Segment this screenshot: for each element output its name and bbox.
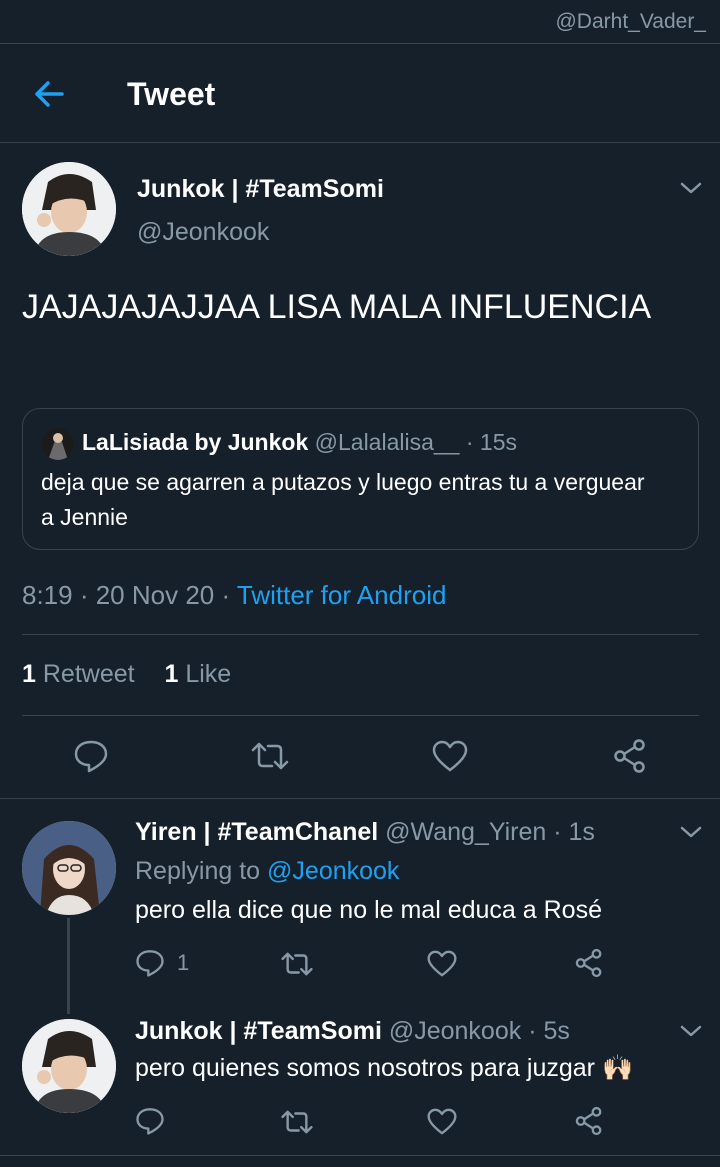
author-name[interactable]: Junkok | #TeamSomi bbox=[137, 175, 384, 204]
back-button[interactable] bbox=[30, 76, 70, 112]
quote-avatar bbox=[42, 428, 74, 460]
like-icon bbox=[427, 950, 457, 977]
replying-to-link[interactable]: @Jeonkook bbox=[267, 857, 399, 885]
divider bbox=[0, 1155, 720, 1156]
retweet-button[interactable] bbox=[250, 740, 290, 772]
like-icon bbox=[432, 740, 468, 772]
quote-author-handle: @Lalalalisa__ bbox=[314, 429, 460, 455]
more-options-button[interactable] bbox=[678, 178, 704, 198]
retweet-button[interactable] bbox=[280, 950, 314, 978]
reply-text-line: pero quienes somos nosotros para juzgar … bbox=[135, 1054, 633, 1083]
divider bbox=[22, 715, 699, 716]
quoted-tweet[interactable]: LaLisiada by Junkok @Lalalalisa__ · 15s … bbox=[22, 408, 699, 550]
thread-line bbox=[67, 918, 70, 1014]
reply-text: pero quienes somos nosotros para juzgar bbox=[135, 1054, 595, 1082]
share-icon bbox=[575, 948, 602, 978]
raising-hands-emoji: 🙌🏻 bbox=[601, 1054, 634, 1082]
more-options-button[interactable] bbox=[678, 1021, 704, 1041]
avatar[interactable] bbox=[22, 1019, 116, 1113]
retweet-label: Retweet bbox=[42, 660, 135, 688]
divider bbox=[0, 43, 720, 44]
reply-icon bbox=[74, 740, 108, 773]
replying-to: Replying to @Jeonkook bbox=[135, 857, 399, 886]
like-button[interactable] bbox=[427, 1108, 457, 1135]
like-button[interactable] bbox=[432, 740, 468, 772]
header-divider bbox=[0, 142, 720, 143]
like-icon bbox=[427, 1108, 457, 1135]
tweet-stats: 1 Retweet 1 Like bbox=[22, 660, 231, 689]
like-count: 1 bbox=[164, 660, 179, 688]
reply-author-handle[interactable]: @Jeonkook bbox=[389, 1017, 521, 1045]
reply-text: pero ella dice que no le mal educa a Ros… bbox=[135, 896, 602, 924]
divider bbox=[0, 798, 720, 799]
share-button[interactable] bbox=[574, 948, 604, 978]
page-title: Tweet bbox=[127, 76, 216, 112]
chevron-down-icon bbox=[680, 826, 702, 838]
reply-count: 1 bbox=[177, 950, 190, 975]
quote-author-name: LaLisiada by Junkok bbox=[82, 429, 309, 455]
quote-text: deja que se agarren a putazos y luego en… bbox=[41, 469, 645, 530]
reply-author-name[interactable]: Yiren | #TeamChanel bbox=[135, 818, 378, 846]
like-button[interactable] bbox=[427, 950, 457, 977]
reply-author-name[interactable]: Junkok | #TeamSomi bbox=[135, 1017, 382, 1045]
reply-icon bbox=[136, 950, 164, 977]
share-icon bbox=[614, 739, 645, 773]
author-handle[interactable]: @Jeonkook bbox=[137, 218, 269, 247]
share-icon bbox=[575, 1106, 602, 1136]
reply-time: · 1s bbox=[553, 818, 595, 846]
retweets-stat[interactable]: 1 Retweet bbox=[22, 660, 135, 688]
avatar[interactable] bbox=[22, 821, 116, 915]
tweet-source-link[interactable]: Twitter for Android bbox=[237, 580, 447, 610]
retweet-button[interactable] bbox=[280, 1108, 314, 1136]
watermark: @Darht_Vader_ bbox=[555, 10, 706, 33]
more-options-button[interactable] bbox=[678, 822, 704, 842]
tweet-text: JAJAJAJAJJAA LISA MALA INFLUENCIA bbox=[22, 288, 652, 326]
retweet-icon bbox=[281, 1110, 313, 1134]
likes-stat[interactable]: 1 Like bbox=[164, 660, 231, 688]
tweet-meta: 8:19 · 20 Nov 20 · Twitter for Android bbox=[22, 580, 446, 611]
chevron-down-icon bbox=[680, 182, 702, 194]
reply-button[interactable] bbox=[135, 1106, 165, 1136]
share-button[interactable] bbox=[612, 738, 648, 774]
replying-prefix: Replying to bbox=[135, 857, 261, 885]
retweet-count: 1 bbox=[22, 660, 36, 688]
reply-icon bbox=[136, 1108, 164, 1135]
reply-header: Junkok | #TeamSomi @Jeonkook · 5s bbox=[135, 1017, 570, 1046]
reply-header: Yiren | #TeamChanel @Wang_Yiren · 1s bbox=[135, 818, 595, 847]
retweet-icon bbox=[281, 952, 313, 976]
reply-time: · 5s bbox=[528, 1017, 570, 1045]
like-label: Like bbox=[185, 660, 232, 688]
reply-author-handle[interactable]: @Wang_Yiren bbox=[385, 818, 546, 846]
reply-button[interactable] bbox=[73, 738, 109, 774]
reply-button[interactable]: 1 bbox=[135, 948, 189, 978]
tweet-time: 8:19 · 20 Nov 20 · bbox=[22, 580, 231, 610]
avatar[interactable] bbox=[22, 162, 116, 256]
quote-time: · 15s bbox=[465, 429, 517, 455]
chevron-down-icon bbox=[680, 1025, 702, 1037]
share-button[interactable] bbox=[574, 1106, 604, 1136]
back-arrow-icon bbox=[35, 81, 64, 107]
retweet-icon bbox=[251, 742, 289, 770]
divider bbox=[22, 634, 699, 635]
